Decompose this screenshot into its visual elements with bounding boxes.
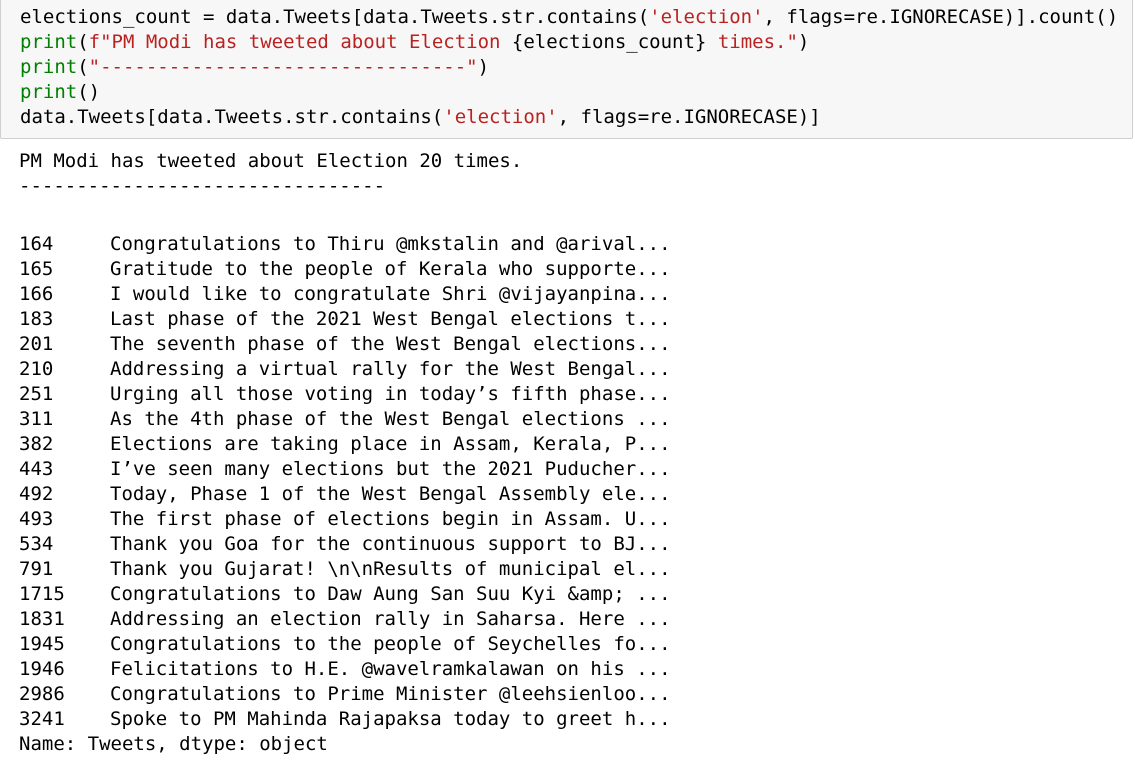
row-text: Congratulations to Prime Minister @leehs… bbox=[110, 683, 671, 705]
row-index: 493 bbox=[19, 508, 54, 530]
code-builtin: print bbox=[20, 56, 78, 78]
series-row: 791 Thank you Gujarat! \n\nResults of mun… bbox=[19, 557, 671, 582]
series-row: 1945 Congratulations to the people of Sey… bbox=[19, 632, 671, 657]
code-token: () bbox=[77, 81, 101, 103]
row-text: The seventh phase of the West Bengal ele… bbox=[110, 333, 671, 355]
code-token: ) bbox=[477, 56, 490, 78]
row-index: 791 bbox=[19, 558, 54, 580]
series-row: 534 Thank you Goa for the continuous supp… bbox=[19, 532, 671, 557]
series-row: 201 The seventh phase of the West Bengal … bbox=[19, 332, 671, 357]
row-index: 165 bbox=[19, 258, 54, 280]
series-row: 493 The first phase of elections begin in… bbox=[19, 507, 671, 532]
row-text: Addressing an election rally in Saharsa.… bbox=[110, 608, 671, 630]
row-index: 382 bbox=[19, 433, 54, 455]
series-row: 210 Addressing a virtual rally for the We… bbox=[19, 357, 671, 382]
series-row: 1946 Felicitations to H.E. @wavelramkalaw… bbox=[19, 657, 671, 682]
row-index: 492 bbox=[19, 483, 54, 505]
row-index: 1715 bbox=[19, 583, 65, 605]
series-row: 166 I would like to congratulate Shri @vi… bbox=[19, 282, 671, 307]
row-index: 164 bbox=[19, 233, 54, 255]
code-token: ( bbox=[77, 31, 89, 53]
code-token: data.Tweets[data.Tweets.str.contains( bbox=[20, 106, 444, 128]
row-text: Felicitations to H.E. @wavelramkalawan o… bbox=[110, 658, 671, 680]
row-index: 166 bbox=[19, 283, 54, 305]
series-row: 1831 Addressing an election rally in Saha… bbox=[19, 607, 671, 632]
code-token: ( bbox=[77, 56, 89, 78]
row-text: Last phase of the 2021 West Bengal elect… bbox=[110, 308, 671, 330]
code-string: 'election' bbox=[443, 106, 558, 128]
row-text: Addressing a virtual rally for the West … bbox=[110, 358, 671, 380]
row-text: I’ve seen many elections but the 2021 Pu… bbox=[110, 458, 671, 480]
row-index: 3241 bbox=[19, 708, 65, 730]
code-builtin: print bbox=[20, 81, 78, 103]
row-index: 1946 bbox=[19, 658, 65, 680]
row-text: The first phase of elections begin in As… bbox=[110, 508, 671, 530]
row-text: Today, Phase 1 of the West Bengal Assemb… bbox=[110, 483, 671, 505]
code-cell-input[interactable]: elections_count = data.Tweets[data.Tweet… bbox=[0, 0, 1133, 139]
row-index: 311 bbox=[19, 408, 54, 430]
code-line-3: print("--------------------------------"… bbox=[20, 55, 489, 80]
code-string: times." bbox=[706, 31, 798, 53]
series-row: 2986 Congratulations to Prime Minister @l… bbox=[19, 682, 671, 707]
row-text: Spoke to PM Mahinda Rajapaksa today to g… bbox=[110, 708, 671, 730]
code-line-1: elections_count = data.Tweets[data.Tweet… bbox=[20, 5, 1118, 30]
code-token: , flags=re.IGNORECASE)].count() bbox=[763, 6, 1119, 28]
row-text: Elections are taking place in Assam, Ker… bbox=[110, 433, 671, 455]
row-index: 183 bbox=[19, 308, 54, 330]
row-text: Thank you Gujarat! \n\nResults of munici… bbox=[110, 558, 671, 580]
row-text: Urging all those voting in today’s fifth… bbox=[110, 383, 671, 405]
series-row: 165 Gratitude to the people of Kerala who… bbox=[19, 257, 671, 282]
row-index: 210 bbox=[19, 358, 54, 380]
code-token: elections_count = data.Tweets[data.Tweet… bbox=[20, 6, 650, 28]
row-index: 534 bbox=[19, 533, 54, 555]
series-row: 311 As the 4th phase of the West Bengal e… bbox=[19, 407, 671, 432]
series-row: 3241 Spoke to PM Mahinda Rajapaksa today … bbox=[19, 707, 671, 732]
code-line-2: print(f"PM Modi has tweeted about Electi… bbox=[20, 30, 809, 55]
row-index: 201 bbox=[19, 333, 54, 355]
row-text: Congratulations to Daw Aung San Suu Kyi … bbox=[110, 583, 671, 605]
row-text: Thank you Goa for the continuous support… bbox=[110, 533, 671, 555]
series-row: 443 I’ve seen many elections but the 2021… bbox=[19, 457, 671, 482]
row-index: 2986 bbox=[19, 683, 65, 705]
series-row: 164 Congratulations to Thiru @mkstalin an… bbox=[19, 232, 671, 257]
row-text: Gratitude to the people of Kerala who su… bbox=[110, 258, 671, 280]
code-string: "--------------------------------" bbox=[88, 56, 478, 78]
code-string: f"PM Modi has tweeted about Election bbox=[88, 31, 512, 53]
code-builtin: print bbox=[20, 31, 78, 53]
row-text: Congratulations to the people of Seychel… bbox=[110, 633, 671, 655]
output-message: PM Modi has tweeted about Election 20 ti… bbox=[19, 150, 523, 172]
row-text: I would like to congratulate Shri @vijay… bbox=[110, 283, 671, 305]
series-row: 382 Elections are taking place in Assam, … bbox=[19, 432, 671, 457]
code-token: , flags=re.IGNORECASE)] bbox=[557, 106, 821, 128]
code-string: 'election' bbox=[649, 6, 764, 28]
row-text: Congratulations to Thiru @mkstalin and @… bbox=[110, 233, 671, 255]
row-index: 1831 bbox=[19, 608, 65, 630]
row-index: 1945 bbox=[19, 633, 65, 655]
row-index: 251 bbox=[19, 383, 54, 405]
row-index: 443 bbox=[19, 458, 54, 480]
series-footer: Name: Tweets, dtype: object bbox=[19, 733, 328, 755]
series-row: 251 Urging all those voting in today’s fi… bbox=[19, 382, 671, 407]
output-separator: -------------------------------- bbox=[19, 175, 386, 197]
series-row: 183 Last phase of the 2021 West Bengal el… bbox=[19, 307, 671, 332]
code-line-4: print() bbox=[20, 80, 100, 105]
code-cell-output: PM Modi has tweeted about Election 20 ti… bbox=[0, 139, 1135, 773]
code-token: {elections_count} bbox=[511, 31, 707, 53]
row-text: As the 4th phase of the West Bengal elec… bbox=[110, 408, 671, 430]
code-token: ) bbox=[797, 31, 810, 53]
code-line-5: data.Tweets[data.Tweets.str.contains('el… bbox=[20, 105, 821, 130]
series-row: 492 Today, Phase 1 of the West Bengal Ass… bbox=[19, 482, 671, 507]
series-row: 1715 Congratulations to Daw Aung San Suu … bbox=[19, 582, 671, 607]
